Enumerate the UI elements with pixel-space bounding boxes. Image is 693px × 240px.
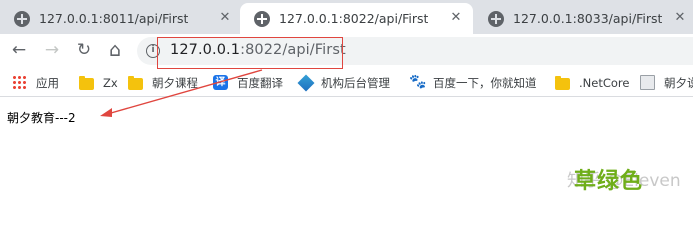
back-arrow-icon[interactable]: ←: [9, 40, 29, 60]
bookmark-label: 应用: [36, 75, 59, 90]
bookmark-baidu[interactable]: 🐾 百度一下，你就知道: [409, 74, 537, 91]
bookmark-apps[interactable]: 应用: [12, 74, 59, 91]
bookmark-label: 机构后台管理: [321, 75, 390, 90]
tab-strip: 127.0.0.1:8011/api/First ✕ 127.0.0.1:802…: [0, 0, 693, 34]
bookmark-baidu-translate[interactable]: 译 百度翻译: [213, 74, 283, 91]
home-icon[interactable]: ⌂: [105, 40, 125, 60]
apps-icon: [12, 75, 27, 90]
bookmark-zx[interactable]: Zx: [79, 74, 118, 91]
tab-title: 127.0.0.1:8033/api/First: [513, 11, 663, 26]
bookmark-zhaoxi-courses[interactable]: 朝夕课程: [128, 74, 198, 91]
bookmark-label: Zx: [103, 75, 118, 90]
page-icon: [640, 75, 655, 90]
folder-icon: [128, 75, 143, 90]
paw-icon: 🐾: [409, 74, 427, 90]
bookmark-label: 朝夕说: [664, 75, 693, 90]
close-icon[interactable]: ✕: [218, 11, 232, 25]
bookmark-admin[interactable]: 机构后台管理: [297, 74, 390, 91]
globe-icon: [488, 10, 504, 27]
bookmark-zhaoxi-shuo[interactable]: 朝夕说: [640, 74, 693, 91]
globe-icon: [254, 10, 270, 27]
folder-icon: [555, 75, 570, 90]
bookmark-label: 朝夕课程: [152, 75, 198, 90]
bookmarks-bar: 应用 Zx 朝夕课程 译 百度翻译 机构后台管理 🐾 百度一下，你就知道 .Ne…: [0, 67, 693, 97]
green-label: 草绿色: [574, 169, 644, 194]
arrow-head: [100, 108, 112, 117]
globe-icon: [14, 10, 30, 27]
reload-icon[interactable]: ↻: [74, 40, 94, 60]
bookmark-label: 百度翻译: [237, 75, 283, 90]
browser-window: 127.0.0.1:8011/api/First ✕ 127.0.0.1:802…: [0, 0, 693, 213]
tab-8022[interactable]: 127.0.0.1:8022/api/First ✕: [240, 3, 473, 34]
translate-icon: 译: [213, 75, 228, 90]
url-highlight-box: [157, 37, 343, 69]
folder-icon: [79, 75, 94, 90]
diamond-icon: [297, 74, 315, 91]
bookmark-label: .NetCore: [579, 75, 630, 90]
close-icon[interactable]: ✕: [673, 11, 687, 25]
response-text: 朝夕教育---2: [7, 111, 76, 125]
tab-title: 127.0.0.1:8022/api/First: [279, 11, 429, 26]
browser-toolbar: ← → ↻ ⌂ i 127.0.0.1:8022/api/First: [0, 34, 693, 67]
close-icon[interactable]: ✕: [449, 11, 463, 25]
bookmark-netcore[interactable]: .NetCore: [555, 74, 629, 91]
tab-8011[interactable]: 127.0.0.1:8011/api/First ✕: [0, 3, 242, 34]
forward-arrow-icon[interactable]: →: [42, 40, 62, 60]
tab-title: 127.0.0.1:8011/api/First: [39, 11, 189, 26]
tab-8033[interactable]: 127.0.0.1:8033/api/First ✕: [474, 3, 693, 34]
bookmark-label: 百度一下，你就知道: [433, 75, 537, 90]
